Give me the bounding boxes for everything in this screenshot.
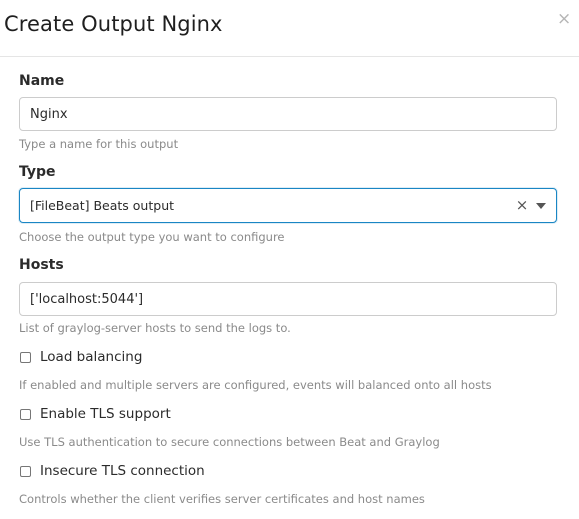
name-input[interactable]: [19, 97, 557, 131]
load-balancing-label[interactable]: Load balancing: [40, 349, 142, 365]
load-balancing-help: If enabled and multiple servers are conf…: [19, 378, 492, 392]
enable-tls-help: Use TLS authentication to secure connect…: [19, 435, 440, 449]
close-icon[interactable]: ×: [557, 11, 571, 28]
load-balancing-row[interactable]: Load balancing: [19, 348, 142, 366]
modal-title: Create Output Nginx: [4, 12, 223, 36]
enable-tls-row[interactable]: Enable TLS support: [19, 405, 171, 423]
type-label: Type: [19, 164, 56, 180]
hosts-input[interactable]: [19, 282, 557, 316]
hosts-label: Hosts: [19, 257, 64, 273]
modal-header: Create Output Nginx ×: [0, 0, 579, 57]
insecure-tls-row[interactable]: Insecure TLS connection: [19, 462, 205, 480]
enable-tls-checkbox[interactable]: [20, 408, 31, 420]
insecure-tls-label[interactable]: Insecure TLS connection: [40, 463, 205, 479]
type-select[interactable]: [FileBeat] Beats output ×: [19, 188, 557, 223]
name-label: Name: [19, 73, 65, 89]
load-balancing-checkbox[interactable]: [20, 351, 31, 363]
clear-icon[interactable]: ×: [515, 197, 529, 213]
insecure-tls-checkbox[interactable]: [20, 465, 31, 477]
type-help: Choose the output type you want to confi…: [19, 230, 285, 244]
hosts-help: List of graylog-server hosts to send the…: [19, 321, 291, 335]
chevron-down-icon[interactable]: [536, 203, 546, 209]
enable-tls-label[interactable]: Enable TLS support: [40, 406, 171, 422]
insecure-tls-help: Controls whether the client verifies ser…: [19, 492, 425, 506]
name-help: Type a name for this output: [19, 137, 179, 151]
type-select-value: [FileBeat] Beats output: [30, 198, 175, 213]
